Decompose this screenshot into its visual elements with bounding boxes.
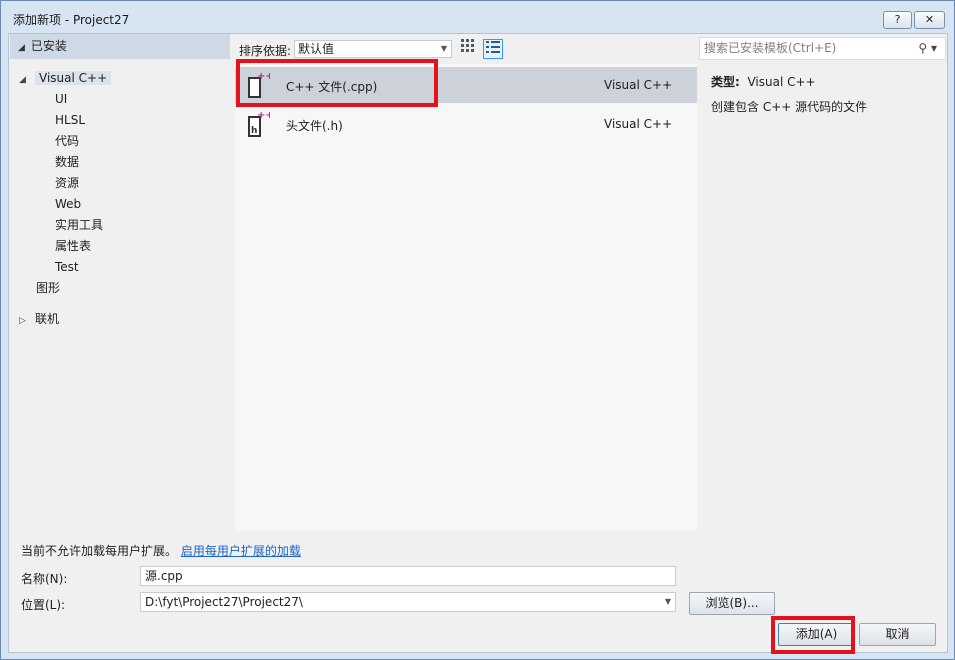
window-title: 添加新项 - Project27 — [13, 13, 130, 27]
tree-item-label: Visual C++ — [35, 71, 112, 85]
name-input[interactable]: 源.cpp — [140, 566, 676, 586]
tree-item-utility[interactable]: 实用工具 — [55, 215, 103, 235]
add-button[interactable]: 添加(A) — [778, 623, 855, 646]
template-list-panel: 排序依据: 默认值 ▼ ++ C++ 文件(.cpp) Visual C++ h… — [235, 34, 697, 531]
dialog-body: ◢ 已安装 ◢ Visual C++ UI HLSL 代码 数据 资源 Web 实用… — [8, 33, 948, 653]
tree-item-hlsl[interactable]: HLSL — [55, 110, 85, 130]
template-language: Visual C++ — [604, 78, 673, 92]
location-label: 位置(L): — [21, 598, 66, 612]
svg-text:++: ++ — [257, 110, 270, 121]
name-label: 名称(N): — [21, 572, 68, 586]
tree-item-data[interactable]: 数据 — [55, 152, 79, 172]
tree-item-test[interactable]: Test — [55, 257, 79, 277]
cpp-file-icon: ++ — [246, 70, 274, 100]
online-section[interactable]: ▷ 联机 — [19, 309, 59, 329]
svg-text:++: ++ — [257, 71, 270, 82]
template-item-cpp-file[interactable]: ++ C++ 文件(.cpp) Visual C++ — [235, 67, 697, 103]
cancel-button[interactable]: 取消 — [859, 623, 936, 646]
header-file-icon: h ++ — [246, 109, 274, 139]
enable-extensions-link[interactable]: 启用每用户扩展的加载 — [181, 544, 301, 558]
search-input[interactable]: 搜索已安装模板(Ctrl+E) ⚲ ▾ — [699, 37, 946, 60]
collapse-triangle-icon: ◢ — [18, 43, 25, 53]
template-list: ++ C++ 文件(.cpp) Visual C++ h ++ 头文件(.h) … — [235, 64, 697, 531]
notice-text: 当前不允许加载每用户扩展。 — [21, 544, 178, 558]
sort-toolbar: 排序依据: 默认值 ▼ — [235, 34, 697, 64]
tree-item-ui[interactable]: UI — [55, 89, 67, 109]
svg-text:h: h — [251, 126, 257, 136]
tree-item-web[interactable]: Web — [55, 194, 81, 214]
tree-item-visual-cpp[interactable]: ◢ Visual C++ — [19, 68, 112, 88]
template-item-header-file[interactable]: h ++ 头文件(.h) Visual C++ — [235, 106, 697, 142]
add-new-item-dialog: 添加新项 - Project27 ? ✕ ◢ 已安装 ◢ Visual C++ UI… — [0, 0, 955, 660]
tree-item-graphics[interactable]: 图形 — [36, 278, 60, 298]
tree-item-resource[interactable]: 资源 — [55, 173, 79, 193]
template-info-panel: 搜索已安装模板(Ctrl+E) ⚲ ▾ 类型: Visual C++ 创建包含 … — [699, 34, 947, 531]
extension-notice: 当前不允许加载每用户扩展。 启用每用户扩展的加载 — [21, 542, 301, 559]
search-icon[interactable]: ⚲ ▾ — [918, 38, 937, 59]
expanded-triangle-icon: ◢ — [19, 75, 26, 85]
dropdown-arrow-icon: ▼ — [440, 44, 447, 53]
location-dropdown[interactable]: D:\fyt\Project27\Project27\ ▼ — [140, 592, 676, 612]
browse-button[interactable]: 浏览(B)... — [689, 592, 775, 615]
sort-dropdown[interactable]: 默认值 ▼ — [294, 40, 452, 58]
type-label: 类型: — [711, 75, 740, 89]
online-label: 联机 — [35, 312, 60, 326]
collapsed-triangle-icon: ▷ — [19, 316, 26, 326]
list-view-icon[interactable] — [483, 39, 503, 59]
installed-header-label: 已安装 — [30, 39, 67, 53]
tree-item-code[interactable]: 代码 — [55, 131, 79, 151]
sort-value: 默认值 — [298, 42, 335, 56]
grid-view-icon[interactable] — [458, 39, 478, 59]
close-button[interactable]: ✕ — [914, 11, 945, 29]
template-category-tree: ◢ 已安装 ◢ Visual C++ UI HLSL 代码 数据 资源 Web 实用… — [9, 34, 233, 531]
template-name: 头文件(.h) — [286, 119, 343, 133]
help-button[interactable]: ? — [883, 11, 912, 29]
sort-label: 排序依据: — [239, 44, 292, 58]
dropdown-arrow-icon: ▼ — [664, 597, 671, 606]
tree-item-property-sheet[interactable]: 属性表 — [55, 236, 91, 256]
template-type: 类型: Visual C++ — [711, 73, 816, 90]
template-name: C++ 文件(.cpp) — [286, 80, 378, 94]
template-language: Visual C++ — [604, 117, 673, 131]
title-bar: 添加新项 - Project27 ? ✕ — [1, 1, 954, 33]
location-value: D:\fyt\Project27\Project27\ — [145, 595, 303, 609]
search-placeholder: 搜索已安装模板(Ctrl+E) — [704, 41, 837, 55]
template-description: 创建包含 C++ 源代码的文件 — [711, 100, 868, 114]
installed-section-header[interactable]: ◢ 已安装 — [10, 34, 230, 59]
type-value: Visual C++ — [747, 75, 816, 89]
